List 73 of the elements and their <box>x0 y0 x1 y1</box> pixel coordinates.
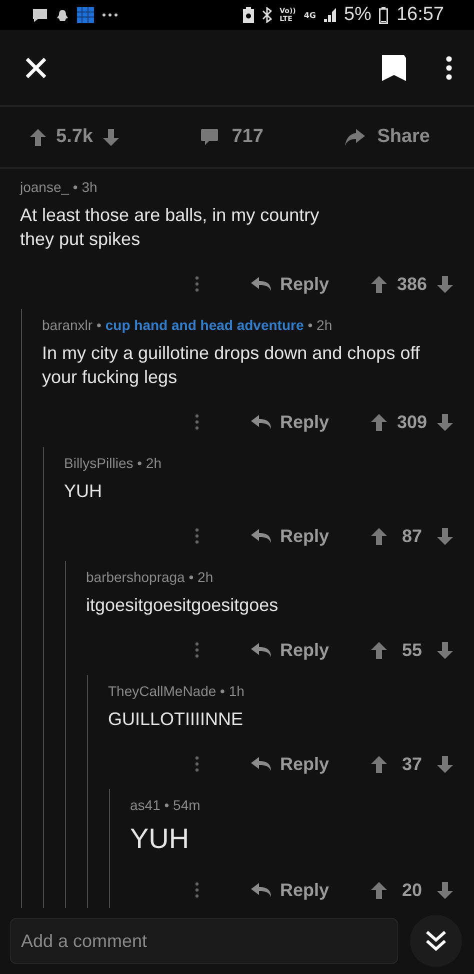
menu-icon[interactable] <box>446 56 452 80</box>
comment-score: 37 <box>400 754 424 774</box>
reply-button[interactable]: Reply <box>250 640 329 660</box>
more-icon <box>102 13 118 17</box>
reply-button[interactable]: Reply <box>250 880 329 900</box>
reply-arrow-icon <box>250 529 271 543</box>
more-options-icon[interactable] <box>194 642 199 658</box>
more-options-icon[interactable] <box>194 756 199 772</box>
comment-byline: • 2h <box>308 317 332 333</box>
comment-score: 386 <box>396 274 428 294</box>
message-icon <box>32 8 48 22</box>
upvote-icon[interactable] <box>371 882 387 898</box>
downvote-icon[interactable] <box>437 642 453 658</box>
comment-text: YUH <box>130 822 190 856</box>
comment-score: 55 <box>400 640 424 660</box>
close-icon[interactable] <box>25 56 47 78</box>
comment-byline: joanse_ • 3h <box>20 179 98 195</box>
upvote-icon[interactable] <box>371 756 387 772</box>
upvote-icon[interactable] <box>371 642 387 658</box>
post-score: 5.7k <box>56 126 93 148</box>
comment-text: In my city a guillotine drops down and chops off your fucking legs <box>42 342 421 389</box>
upvote-icon[interactable] <box>371 276 387 292</box>
comment-score: 87 <box>400 526 424 546</box>
upvote-icon[interactable] <box>371 414 387 430</box>
upvote-icon[interactable] <box>371 528 387 544</box>
battery-saver-icon <box>242 7 254 23</box>
battery-percent: 5% <box>344 4 372 26</box>
reply-button[interactable]: Reply <box>250 754 329 774</box>
downvote-icon[interactable] <box>437 528 453 544</box>
reply-arrow-icon <box>250 415 271 429</box>
downvote-icon[interactable] <box>437 414 453 430</box>
more-options-icon[interactable] <box>194 414 199 430</box>
comment-input[interactable]: Add a comment <box>10 918 398 964</box>
comment-score: 309 <box>396 412 428 432</box>
comment-byline: as41 • 54m <box>130 797 200 813</box>
reply-arrow-icon <box>250 643 271 657</box>
comment-icon <box>200 128 218 146</box>
reply-button[interactable]: Reply <box>250 274 329 294</box>
battery-icon <box>379 6 388 24</box>
comment-text: itgoesitgoesitgoesitgoes <box>86 594 280 617</box>
more-options-icon[interactable] <box>194 882 199 898</box>
comment-text: GUILLOTIIIINNE <box>108 708 244 731</box>
comment-text: At least those are balls, in my country they put spikes <box>20 204 320 251</box>
network-label: 4G <box>304 10 316 20</box>
user-flair: cup hand and head adventure <box>105 317 304 333</box>
reply-arrow-icon <box>250 883 271 897</box>
comment-byline: BillysPillies • 2h <box>64 455 162 471</box>
downvote-icon[interactable] <box>437 882 453 898</box>
upvote-icon[interactable] <box>30 128 46 146</box>
downvote-icon[interactable] <box>437 756 453 772</box>
grid-icon <box>77 7 94 23</box>
comment-byline: TheyCallMeNade • 1h <box>108 683 244 699</box>
more-options-icon[interactable] <box>194 276 199 292</box>
bookmark-icon[interactable] <box>382 54 406 80</box>
clock: 16:57 <box>396 4 444 26</box>
reply-button[interactable]: Reply <box>250 412 329 432</box>
reply-arrow-icon <box>250 277 271 291</box>
ghost-icon <box>56 8 69 22</box>
chevrons-down-icon <box>425 930 447 952</box>
downvote-icon[interactable] <box>437 276 453 292</box>
share-button[interactable]: Share <box>345 126 430 148</box>
share-icon <box>345 128 366 146</box>
downvote-icon[interactable] <box>102 128 119 146</box>
bluetooth-icon <box>262 7 272 23</box>
reply-arrow-icon <box>250 757 271 771</box>
comment-byline: baranxlr • <box>42 317 102 333</box>
comment-score: 20 <box>400 880 424 900</box>
reply-button[interactable]: Reply <box>250 526 329 546</box>
comment-text: YUH <box>64 480 104 503</box>
comment-byline: barbershopraga • 2h <box>86 569 214 585</box>
comment-count: 717 <box>232 126 264 148</box>
signal-icon <box>324 8 336 22</box>
more-options-icon[interactable] <box>194 528 199 544</box>
